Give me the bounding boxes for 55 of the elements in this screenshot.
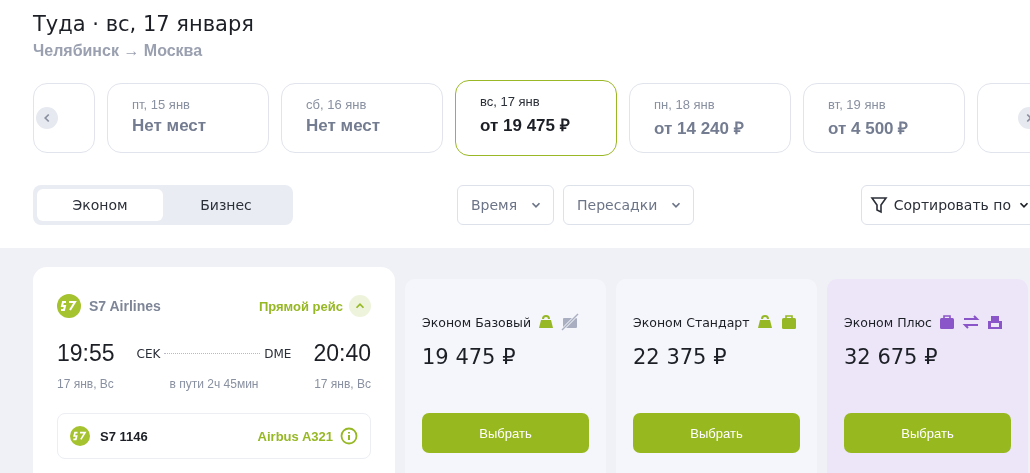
date-price: от 19 475 ₽	[480, 115, 571, 136]
arrival-date: 17 янв, Вс	[314, 377, 371, 391]
fare-price: 22 375 ₽	[633, 345, 728, 369]
date-price: Нет мест	[306, 116, 382, 136]
date-card[interactable]: сб, 16 янв Нет мест	[281, 83, 443, 153]
fare-name: Эконом Плюс	[844, 314, 932, 330]
seat-icon	[985, 313, 1004, 331]
airline-logo-icon	[57, 294, 81, 318]
date-card[interactable]: вт, 19 янв от 4 500 ₽	[803, 83, 965, 153]
flight-type: Прямой рейс	[258, 298, 343, 314]
departure-time: 19:55	[57, 340, 115, 367]
date-price: от 14 240 ₽	[654, 118, 745, 139]
handbag-icon	[537, 313, 556, 331]
collapse-button[interactable]	[349, 295, 371, 317]
fare-price: 19 475 ₽	[422, 345, 517, 369]
date-label: вс, 17 янв	[480, 94, 541, 109]
handbag-icon	[755, 313, 774, 331]
date-card[interactable]: пт, 15 янв Нет мест	[107, 83, 269, 153]
date-price: от 4 500 ₽	[828, 118, 910, 139]
date-label: пн, 18 янв	[654, 97, 716, 112]
sort-dropdown[interactable]: Сортировать по	[860, 185, 1030, 225]
date-card[interactable]: пн, 18 янв от 14 240 ₽	[629, 83, 791, 153]
route-text: Челябинск → Москва	[33, 42, 204, 60]
aircraft-model: Airbus A321	[257, 428, 333, 444]
date-price: Нет мест	[132, 116, 208, 136]
filter-dropdown[interactable]: Пересадки	[563, 185, 695, 225]
date-label: вт, 19 янв	[828, 97, 887, 112]
class-tab[interactable]: Бизнес	[163, 189, 289, 221]
date-label: пт, 15 янв	[132, 97, 191, 112]
date-label: сб, 16 янв	[306, 97, 368, 112]
info-icon[interactable]	[340, 427, 358, 445]
class-tab[interactable]: Эконом	[37, 189, 163, 221]
suitcase-icon	[779, 313, 798, 331]
fare-name: Эконом Стандарт	[633, 314, 750, 330]
arrival-time: 20:40	[313, 340, 371, 367]
fare-price: 32 675 ₽	[844, 345, 939, 369]
arrival-code: DME	[264, 346, 292, 361]
suitcase-icon	[937, 313, 956, 331]
no-luggage-icon	[561, 313, 580, 331]
date-card[interactable]: вс, 17 янв от 19 475 ₽	[455, 80, 617, 156]
filter-icon	[869, 196, 888, 214]
flight-number: S7 1146	[100, 428, 148, 444]
airline-logo-icon	[70, 426, 90, 446]
page-title: Туда · вс, 17 января	[33, 11, 255, 38]
exchange-icon	[961, 313, 980, 331]
fare-name: Эконом Базовый	[422, 314, 532, 330]
airline-name: S7 Airlines	[89, 298, 161, 314]
departure-date: 17 янв, Вс	[57, 377, 114, 391]
flight-duration: в пути 2ч 45мин	[169, 377, 259, 391]
date-card[interactable]	[33, 83, 95, 153]
filter-dropdown[interactable]: Время	[457, 185, 555, 225]
select-button[interactable]: Выбрать	[633, 413, 800, 453]
departure-code: CEK	[136, 346, 161, 361]
select-button[interactable]: Выбрать	[844, 413, 1011, 453]
select-button[interactable]: Выбрать	[422, 413, 589, 453]
